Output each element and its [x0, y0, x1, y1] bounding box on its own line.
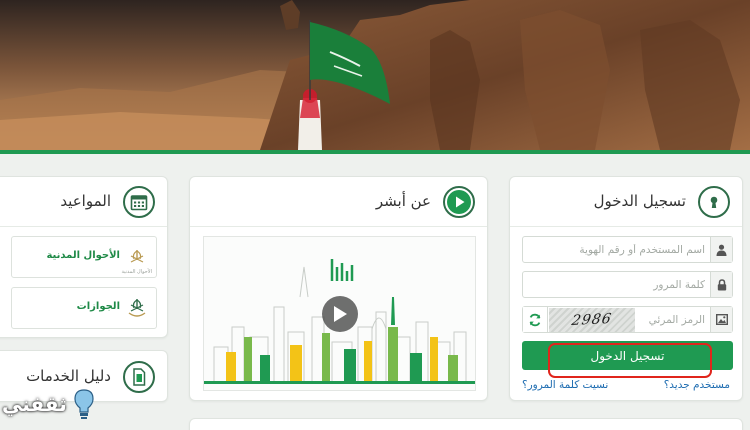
appointments-card: المواعيد الأحوال المدنية الأحوال المدنية…: [0, 176, 168, 338]
hero-landscape-illustration: [0, 0, 750, 150]
password-field[interactable]: [522, 271, 733, 298]
captcha-text: 2986: [570, 310, 614, 330]
lightbulb-icon: [74, 389, 94, 419]
username-field[interactable]: [522, 236, 733, 263]
refresh-icon: [529, 313, 541, 326]
hero-banner: [0, 0, 750, 150]
keyhole-icon: [698, 186, 730, 218]
passports-emblem: [124, 294, 150, 324]
civil-affairs-emblem-caption: الأحوال المدنية: [121, 269, 152, 275]
calendar-icon: [123, 186, 155, 218]
bottom-section-card: [189, 418, 743, 430]
forgot-password-link[interactable]: نسيت كلمة المرور؟: [522, 379, 608, 391]
login-title: تسجيل الدخول: [593, 192, 686, 210]
captcha-image: 2986: [549, 308, 635, 332]
appointments-title: المواعيد: [60, 192, 111, 210]
play-icon: [443, 186, 475, 218]
service-civil-affairs[interactable]: الأحوال المدنية الأحوال المدنية: [11, 236, 157, 278]
video-play-button[interactable]: [322, 296, 358, 332]
service-passports[interactable]: الجوازات: [11, 287, 157, 329]
user-icon: [710, 237, 732, 262]
about-card-header: عن أبشر: [190, 177, 487, 227]
image-icon: [710, 307, 732, 332]
new-user-link[interactable]: مستخدم جديد؟: [664, 379, 730, 391]
captcha-field[interactable]: 2986: [522, 306, 733, 333]
login-card-header: تسجيل الدخول: [510, 177, 742, 227]
captcha-refresh-button[interactable]: [523, 307, 548, 332]
document-icon: [123, 361, 155, 393]
password-input[interactable]: [523, 272, 711, 297]
lock-icon: [710, 272, 732, 297]
captcha-input[interactable]: [635, 307, 711, 332]
service-civil-affairs-label: الأحوال المدنية: [46, 250, 120, 261]
play-triangle-icon: [334, 306, 347, 322]
appointments-card-header: المواعيد: [0, 177, 167, 227]
username-input[interactable]: [523, 237, 711, 262]
services-guide-title: دليل الخدمات: [26, 367, 111, 385]
site-watermark: ثقفني: [2, 386, 102, 426]
service-passports-label: الجوازات: [76, 301, 120, 312]
login-button[interactable]: تسجيل الدخول: [522, 341, 733, 370]
about-video-player[interactable]: [203, 236, 476, 391]
watermark-text: ثقفني: [2, 392, 67, 416]
about-title: عن أبشر: [375, 192, 431, 210]
hero-divider: [0, 150, 750, 154]
login-card: تسجيل الدخول 2986 تسجيل الدخول: [509, 176, 743, 401]
about-card: عن أبشر: [189, 176, 488, 401]
